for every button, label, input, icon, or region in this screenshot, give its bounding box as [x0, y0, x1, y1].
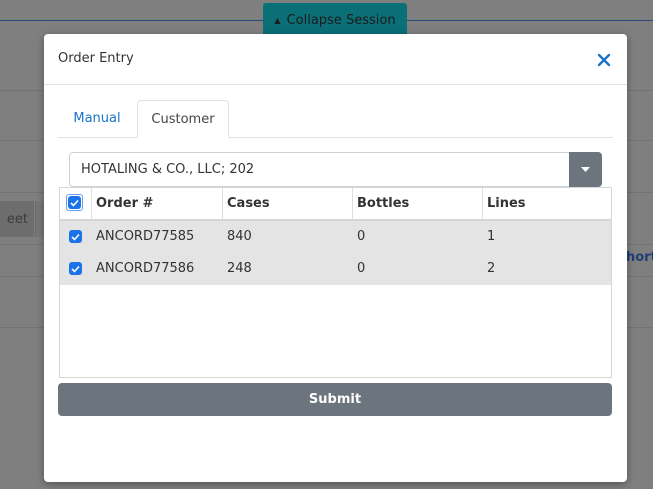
- column-header-order[interactable]: Order #: [91, 188, 222, 219]
- table-header: Order # Cases Bottles Lines: [60, 188, 611, 221]
- bottles-cell: 0: [357, 229, 366, 244]
- modal-title: Order Entry: [58, 51, 134, 66]
- column-header-bottles[interactable]: Bottles: [352, 188, 482, 219]
- tab-bar: Manual Customer: [58, 100, 613, 138]
- caret-up-icon: ▲: [274, 16, 281, 25]
- collapse-session-button[interactable]: ▲ Collapse Session: [263, 3, 407, 37]
- dropdown-toggle-button[interactable]: [569, 152, 602, 187]
- tab-customer-label: Customer: [151, 111, 215, 127]
- order-number-cell: ANCORD77585: [96, 229, 195, 244]
- row-checkbox[interactable]: [69, 230, 82, 243]
- column-header-cases[interactable]: Cases: [222, 188, 352, 219]
- customer-select-value: HOTALING & CO., LLC; 202: [81, 162, 255, 177]
- modal-header: Order Entry: [44, 34, 627, 85]
- caret-down-icon: [581, 166, 590, 172]
- background-button[interactable]: eet: [0, 201, 34, 237]
- table-row[interactable]: ANCORD77586 248 0 2: [60, 253, 611, 285]
- check-icon: [71, 233, 80, 241]
- select-all-focus-ring: [66, 194, 83, 211]
- background-button-label: eet: [6, 211, 28, 227]
- check-icon: [70, 199, 79, 207]
- background-link[interactable]: hort: [626, 250, 653, 265]
- customer-select[interactable]: HOTALING & CO., LLC; 202: [69, 152, 602, 187]
- row-checkbox[interactable]: [69, 262, 82, 275]
- order-number-cell: ANCORD77586: [96, 261, 195, 276]
- submit-button[interactable]: Submit: [58, 383, 612, 416]
- table-row[interactable]: ANCORD77585 840 0 1: [60, 221, 611, 253]
- tab-manual-label: Manual: [73, 111, 121, 126]
- collapse-session-label: Collapse Session: [286, 13, 396, 28]
- tab-customer[interactable]: Customer: [137, 100, 229, 138]
- close-icon[interactable]: [596, 52, 612, 68]
- cases-cell: 840: [227, 229, 252, 244]
- tab-manual[interactable]: Manual: [58, 100, 136, 137]
- column-header-lines[interactable]: Lines: [482, 188, 610, 219]
- order-entry-modal: Order Entry Manual Customer HOTALING & C…: [44, 34, 627, 482]
- lines-cell: 2: [487, 261, 496, 276]
- submit-button-label: Submit: [308, 392, 362, 407]
- check-icon: [71, 265, 80, 273]
- bottles-cell: 0: [357, 261, 366, 276]
- orders-table: Order # Cases Bottles Lines ANCORD77585 …: [59, 187, 612, 378]
- lines-cell: 1: [487, 229, 496, 244]
- cases-cell: 248: [227, 261, 252, 276]
- select-all-checkbox[interactable]: [68, 196, 81, 209]
